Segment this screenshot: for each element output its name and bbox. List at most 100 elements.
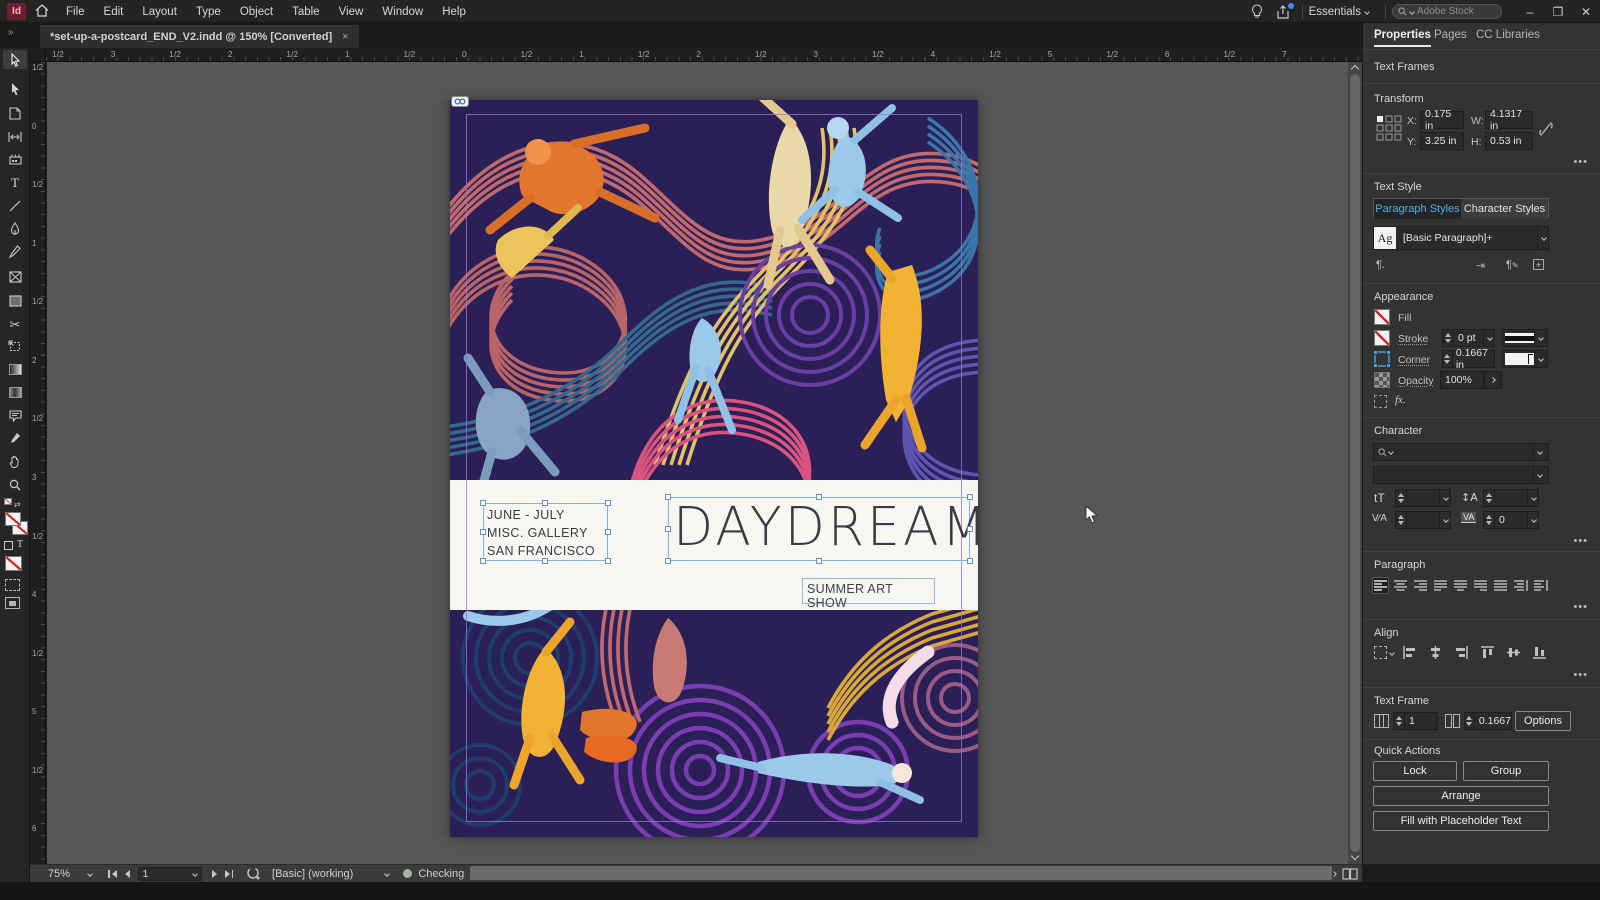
tab-character-styles[interactable]: Character Styles bbox=[1461, 199, 1548, 219]
zoom-tool[interactable] bbox=[3, 475, 27, 494]
share-icon[interactable] bbox=[1270, 3, 1296, 21]
align-center-button[interactable] bbox=[1392, 577, 1409, 594]
columns-field[interactable]: 1 bbox=[1393, 712, 1438, 730]
align-towards-spine-button[interactable] bbox=[1512, 577, 1529, 594]
frame-handle[interactable] bbox=[967, 558, 973, 564]
zoom-level-dropdown[interactable]: 75% bbox=[48, 868, 92, 880]
previous-page-button[interactable] bbox=[125, 870, 130, 878]
horizontal-ruler[interactable]: 1/2 3 1/2 2 1/2 1 1/2 0 1/2 1 1/2 2 1/2 3 1/2 4 1/2 5 1/2 6… bbox=[46, 48, 1362, 62]
x-field[interactable]: 0.175 in bbox=[1420, 111, 1464, 129]
pasteboard[interactable]: JUNE - JULY MISC. GALLERY SAN FRANCISCO … bbox=[47, 62, 1348, 864]
align-bottom-edges-button[interactable] bbox=[1531, 644, 1548, 661]
gradient-swatch-tool[interactable] bbox=[3, 360, 27, 379]
opacity-label[interactable]: Opacity bbox=[1398, 375, 1434, 387]
gradient-feather-tool[interactable] bbox=[3, 383, 27, 402]
font-size-field[interactable] bbox=[1395, 489, 1451, 507]
frame-handle[interactable] bbox=[542, 500, 548, 506]
tab-paragraph-styles[interactable]: Paragraph Styles bbox=[1374, 199, 1461, 219]
menu-item[interactable]: Table bbox=[292, 6, 320, 18]
note-tool[interactable] bbox=[3, 406, 27, 425]
frame-handle[interactable] bbox=[967, 526, 973, 532]
frame-handle[interactable] bbox=[605, 500, 611, 506]
create-style-icon[interactable]: + bbox=[1533, 259, 1544, 270]
document-tab[interactable]: *set-up-a-postcard_END_V2.indd @ 150% [C… bbox=[40, 25, 359, 48]
scroll-up-icon[interactable] bbox=[1351, 65, 1359, 73]
more-options-icon[interactable]: ••• bbox=[1573, 535, 1588, 547]
menu-item[interactable]: Help bbox=[442, 6, 466, 18]
gutter-field[interactable]: 0.1667 bbox=[1464, 712, 1512, 730]
title-text-frame[interactable]: DAYDREAM bbox=[668, 497, 970, 561]
scroll-right-icon[interactable] bbox=[1331, 871, 1337, 877]
justify-right-button[interactable] bbox=[1472, 577, 1489, 594]
paragraph-mark-icon[interactable]: ¶. bbox=[1376, 259, 1385, 271]
type-tool[interactable]: T bbox=[3, 173, 27, 192]
more-options-icon[interactable]: ••• bbox=[1573, 156, 1588, 168]
group-button[interactable]: Group bbox=[1463, 761, 1549, 781]
minimize-button[interactable]: – bbox=[1516, 0, 1544, 23]
align-left-edges-button[interactable] bbox=[1401, 644, 1418, 661]
frame-handle[interactable] bbox=[665, 558, 671, 564]
align-vcenter-button[interactable] bbox=[1505, 644, 1522, 661]
frame-handle[interactable] bbox=[967, 494, 973, 500]
align-top-edges-button[interactable] bbox=[1479, 644, 1496, 661]
justify-all-button[interactable] bbox=[1492, 577, 1509, 594]
gap-tool[interactable] bbox=[3, 127, 27, 146]
y-field[interactable]: 3.25 in bbox=[1420, 132, 1464, 150]
justify-center-button[interactable] bbox=[1452, 577, 1469, 594]
last-page-button[interactable] bbox=[225, 870, 234, 878]
style-override-icon[interactable]: ¶✎ bbox=[1506, 259, 1519, 271]
page-number-field[interactable]: 1 bbox=[138, 867, 202, 881]
scroll-down-icon[interactable] bbox=[1351, 852, 1359, 860]
menu-item[interactable]: Layout bbox=[142, 6, 177, 18]
postcard-document[interactable]: JUNE - JULY MISC. GALLERY SAN FRANCISCO … bbox=[450, 100, 978, 837]
frame-handle[interactable] bbox=[480, 558, 486, 564]
vertical-scroll-thumb[interactable] bbox=[1350, 74, 1360, 852]
formatting-container-icon[interactable] bbox=[4, 541, 13, 550]
frame-handle[interactable] bbox=[605, 529, 611, 535]
align-away-spine-button[interactable] bbox=[1532, 577, 1549, 594]
effects-icon[interactable]: fx. bbox=[1395, 394, 1406, 406]
frame-handle[interactable] bbox=[816, 558, 822, 564]
kerning-field[interactable] bbox=[1395, 511, 1451, 529]
tab-cc-libraries[interactable]: CC Libraries bbox=[1476, 29, 1540, 41]
frame-tool[interactable] bbox=[3, 267, 27, 286]
dates-text-frame[interactable]: JUNE - JULY MISC. GALLERY SAN FRANCISCO bbox=[483, 503, 608, 561]
object-states-icon[interactable] bbox=[1374, 395, 1387, 408]
opacity-expand-button[interactable] bbox=[1484, 371, 1502, 389]
next-page-button[interactable] bbox=[212, 870, 217, 878]
frame-handle[interactable] bbox=[665, 494, 671, 500]
vertical-scrollbar[interactable] bbox=[1348, 62, 1362, 864]
frame-handle[interactable] bbox=[480, 529, 486, 535]
pencil-tool[interactable] bbox=[3, 242, 27, 261]
tab-pages[interactable]: Pages bbox=[1434, 29, 1467, 41]
text-frame-options-button[interactable]: Options bbox=[1515, 711, 1571, 731]
swap-fill-stroke-icon[interactable] bbox=[4, 498, 14, 507]
fill-swatch[interactable] bbox=[5, 512, 21, 526]
pen-tool[interactable] bbox=[3, 219, 27, 238]
screen-mode-icon[interactable] bbox=[5, 597, 20, 609]
selection-tool[interactable] bbox=[3, 50, 27, 69]
align-hcenter-button[interactable] bbox=[1427, 644, 1444, 661]
fill-swatch[interactable] bbox=[1374, 309, 1390, 325]
scissors-tool[interactable]: ✂ bbox=[3, 316, 27, 335]
rectangle-tool[interactable] bbox=[3, 291, 27, 310]
stroke-label[interactable]: Stroke bbox=[1398, 333, 1428, 345]
page-tool[interactable] bbox=[3, 104, 27, 123]
panel-expand-icon[interactable]: » bbox=[8, 27, 14, 38]
align-right-edges-button[interactable] bbox=[1453, 644, 1470, 661]
stroke-style-dropdown[interactable] bbox=[1502, 329, 1548, 347]
ruler-origin-box[interactable] bbox=[30, 48, 46, 62]
menu-item[interactable]: File bbox=[66, 6, 85, 18]
home-icon[interactable] bbox=[35, 4, 49, 22]
fill-placeholder-button[interactable]: Fill with Placeholder Text bbox=[1373, 811, 1549, 831]
line-tool[interactable] bbox=[3, 196, 27, 215]
more-options-icon[interactable]: ••• bbox=[1573, 601, 1588, 613]
constrain-proportions-icon[interactable] bbox=[1539, 121, 1553, 137]
frame-handle[interactable] bbox=[816, 494, 822, 500]
stroke-weight-field[interactable]: 0 pt bbox=[1442, 329, 1495, 347]
spread-view-icon[interactable] bbox=[1342, 868, 1358, 880]
first-page-button[interactable] bbox=[108, 870, 117, 878]
menu-item[interactable]: Edit bbox=[104, 6, 124, 18]
restore-button[interactable]: ❐ bbox=[1544, 0, 1572, 23]
free-transform-tool[interactable] bbox=[3, 337, 27, 356]
